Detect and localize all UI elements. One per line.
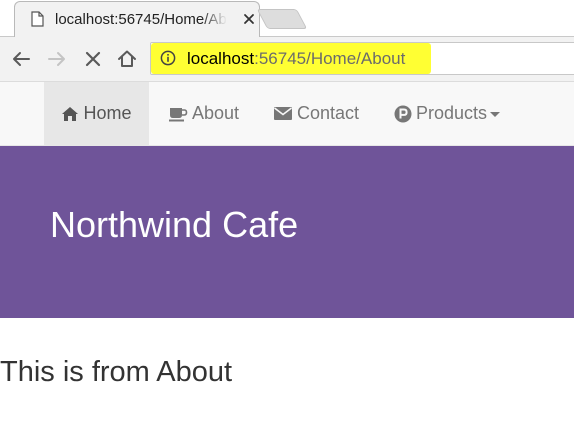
- chevron-down-icon: [490, 112, 501, 117]
- envelope-icon: [274, 107, 292, 120]
- nav-label-products: Products: [416, 103, 488, 123]
- nav-label-contact: Contact: [297, 103, 360, 123]
- url-text[interactable]: localhost:56745/Home/About: [187, 49, 405, 69]
- home-icon: [62, 106, 79, 121]
- nav-item-contact[interactable]: Contact: [273, 82, 359, 145]
- home-icon[interactable]: [116, 48, 138, 70]
- new-tab-button[interactable]: [256, 9, 308, 29]
- jumbotron-banner: Northwind Cafe: [0, 146, 574, 318]
- tab-close-icon[interactable]: [243, 13, 255, 25]
- browser-tab[interactable]: localhost:56745/Home/About: [14, 1, 260, 37]
- info-icon[interactable]: [160, 50, 176, 66]
- coffee-icon: [169, 107, 188, 121]
- address-bar[interactable]: localhost:56745/Home/About: [150, 42, 574, 75]
- nav-item-home[interactable]: Home: [44, 82, 149, 145]
- back-arrow-icon[interactable]: [10, 48, 32, 70]
- url-host: localhost: [187, 49, 255, 68]
- browser-tab-strip: localhost:56745/Home/About: [0, 0, 574, 37]
- url-path: :56745/Home/About: [254, 49, 406, 68]
- parking-circle-icon: [394, 105, 412, 122]
- stop-loading-icon[interactable]: [82, 48, 104, 70]
- nav-item-about[interactable]: About: [168, 82, 239, 145]
- site-navbar: Home About Contact Products: [0, 82, 574, 146]
- forward-arrow-icon[interactable]: [46, 48, 68, 70]
- document-icon: [31, 11, 44, 27]
- nav-label-home: Home: [83, 103, 132, 123]
- browser-toolbar: localhost:56745/Home/About: [0, 37, 574, 82]
- nav-item-products[interactable]: Products: [394, 82, 501, 145]
- page-heading: This is from About: [0, 356, 233, 388]
- site-title: Northwind Cafe: [50, 204, 299, 245]
- tab-title: localhost:56745/Home/About: [55, 11, 227, 28]
- nav-label-about: About: [192, 103, 240, 123]
